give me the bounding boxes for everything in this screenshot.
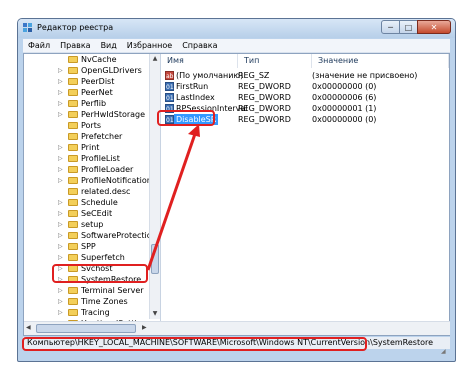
annotation-arrow	[146, 124, 200, 271]
